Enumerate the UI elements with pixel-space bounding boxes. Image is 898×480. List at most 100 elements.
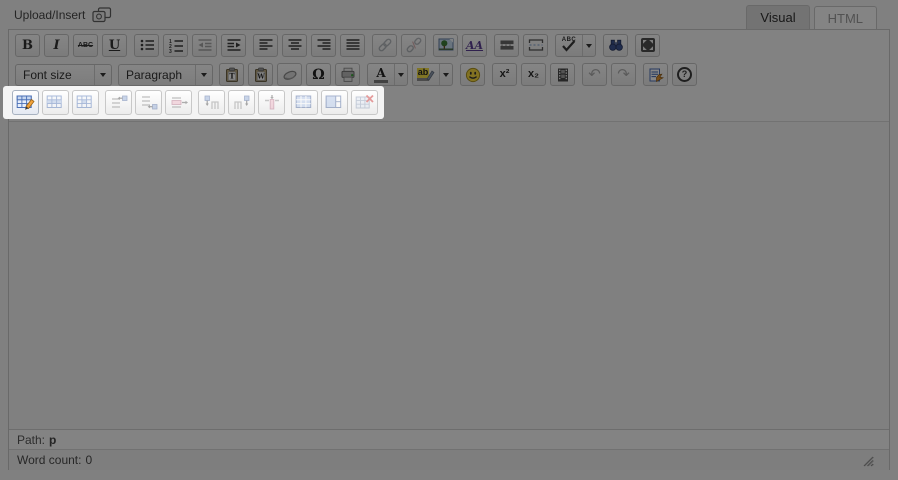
toolbar-row-2: Font size Paragraph T W — [9, 60, 889, 89]
table-row-properties-button[interactable] — [42, 90, 69, 115]
outdent-icon — [197, 37, 213, 53]
style-properties-button[interactable]: AA — [462, 34, 487, 57]
text-color-main: A — [368, 64, 394, 85]
upload-insert-label: Upload/Insert — [14, 8, 85, 22]
font-size-label: Font size — [16, 68, 94, 82]
align-left-button[interactable] — [253, 34, 278, 57]
unlink-icon — [406, 37, 422, 53]
delete-row-button[interactable] — [165, 90, 192, 115]
merge-cells-button[interactable] — [321, 90, 348, 115]
insert-column-before-button[interactable] — [198, 90, 225, 115]
misc-group: ? — [643, 63, 697, 86]
table-toolbar-highlight — [3, 86, 384, 119]
delete-column-button[interactable] — [258, 90, 285, 115]
list-indent-group: 1 2 3 — [134, 34, 246, 57]
editor-content-area[interactable] — [9, 121, 889, 429]
subscript-icon: x₂ — [528, 69, 539, 80]
find-button[interactable] — [603, 34, 628, 57]
split-cells-icon — [295, 94, 315, 111]
tab-visual[interactable]: Visual — [746, 5, 809, 29]
format-group: B I ABC U — [15, 34, 127, 57]
redo-button[interactable]: ↷ — [611, 63, 636, 86]
table-cell-properties-button[interactable] — [72, 90, 99, 115]
omega-icon: Ω — [312, 68, 324, 82]
remove-formatting-button[interactable] — [277, 63, 302, 86]
editor-mode-tabs: Visual HTML — [746, 5, 877, 29]
paste-as-text-button[interactable]: T — [219, 63, 244, 86]
redo-icon: ↷ — [617, 67, 630, 82]
add-media-icon[interactable] — [92, 7, 112, 23]
font-size-dropdown[interactable] — [94, 65, 111, 85]
resize-grip-icon[interactable] — [860, 454, 875, 467]
column-ops-group — [198, 90, 285, 115]
superscript-button[interactable]: x² — [492, 63, 517, 86]
tab-html[interactable]: HTML — [814, 6, 877, 29]
help-icon: ? — [677, 67, 692, 82]
insert-column-after-button[interactable] — [228, 90, 255, 115]
insert-media-button[interactable] — [550, 63, 575, 86]
color-group: A ab — [367, 63, 453, 86]
undo-button[interactable]: ↶ — [582, 63, 607, 86]
fullscreen-button[interactable] — [635, 34, 660, 57]
split-cells-button[interactable] — [291, 90, 318, 115]
subscript-button[interactable]: x₂ — [521, 63, 546, 86]
paragraph-select[interactable]: Paragraph — [118, 64, 213, 86]
insert-row-after-icon — [139, 94, 159, 111]
insert-column-after-icon — [232, 94, 252, 111]
highlight-color-dropdown[interactable] — [439, 64, 452, 85]
edit-attributes-button[interactable] — [643, 63, 668, 86]
caret-down-icon — [100, 73, 106, 80]
svg-text:T: T — [229, 71, 235, 80]
insert-image-button[interactable] — [433, 34, 458, 57]
help-button[interactable]: ? — [672, 63, 697, 86]
align-left-icon — [258, 37, 274, 53]
font-size-select[interactable]: Font size — [15, 64, 112, 86]
text-color-dropdown[interactable] — [394, 64, 407, 85]
page-break-button[interactable] — [523, 34, 548, 57]
paragraph-dropdown[interactable] — [195, 65, 212, 85]
unlink-button[interactable] — [401, 34, 426, 57]
highlight-color-button[interactable]: ab — [412, 63, 453, 86]
spellcheck-button[interactable]: ABC — [555, 34, 596, 57]
paste-text-icon: T — [224, 67, 240, 83]
paste-from-word-button[interactable]: W — [248, 63, 273, 86]
tab-html-label: HTML — [828, 11, 863, 26]
text-color-button[interactable]: A — [367, 63, 408, 86]
insert-link-button[interactable] — [372, 34, 397, 57]
insert-row-after-button[interactable] — [135, 90, 162, 115]
bold-button[interactable]: B — [15, 34, 40, 57]
insert-edit-table-button[interactable] — [12, 90, 39, 115]
italic-button[interactable]: I — [44, 34, 69, 57]
paragraph-label: Paragraph — [119, 68, 195, 82]
indent-button[interactable] — [221, 34, 246, 57]
editor-top-bar: Upload/Insert Visual HTML — [0, 0, 898, 29]
special-character-button[interactable]: Ω — [306, 63, 331, 86]
insert-table-icon — [16, 94, 36, 111]
emoticons-button[interactable] — [460, 63, 485, 86]
path-statusbar: Path: p — [9, 429, 889, 449]
print-button[interactable] — [335, 63, 360, 86]
spellcheck-dropdown[interactable] — [582, 35, 595, 56]
insert-column-before-icon — [202, 94, 222, 111]
align-right-button[interactable] — [311, 34, 336, 57]
underline-button[interactable]: U — [102, 34, 127, 57]
more-tag-button[interactable] — [494, 34, 519, 57]
spellcheck-group: ABC — [555, 34, 596, 57]
outdent-button[interactable] — [192, 34, 217, 57]
insert-row-before-button[interactable] — [105, 90, 132, 115]
history-group: ↶ ↷ — [582, 63, 636, 86]
tab-visual-label: Visual — [760, 10, 795, 25]
align-group — [253, 34, 365, 57]
bullet-list-button[interactable] — [134, 34, 159, 57]
numbered-list-button[interactable]: 1 2 3 — [163, 34, 188, 57]
more-tag-icon — [499, 37, 515, 53]
delete-table-icon — [355, 94, 375, 111]
text-color-icon: A — [374, 67, 387, 83]
align-justify-button[interactable] — [340, 34, 365, 57]
insert-row-before-icon — [109, 94, 129, 111]
align-center-button[interactable] — [282, 34, 307, 57]
delete-table-button[interactable] — [351, 90, 378, 115]
strikethrough-button[interactable]: ABC — [73, 34, 98, 57]
word-count-value: 0 — [85, 453, 92, 467]
script-media-group: x² x₂ — [492, 63, 575, 86]
